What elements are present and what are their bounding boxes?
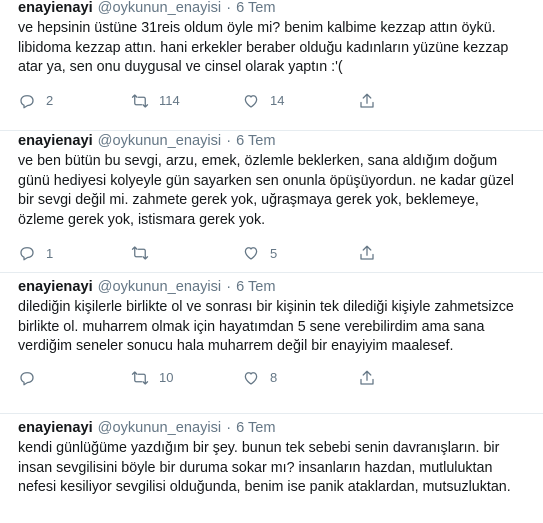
like-count: 8	[270, 370, 278, 385]
share-button[interactable]	[358, 369, 376, 387]
share-button[interactable]	[358, 244, 376, 262]
reply-icon	[20, 94, 34, 108]
display-name[interactable]: enayienayi	[18, 133, 93, 149]
tweet-actions: 1 5	[18, 242, 527, 264]
tweet[interactable]: enayienayi @oykunun_enayisi · 6 Tem ve h…	[0, 0, 543, 131]
tweet-timestamp[interactable]: 6 Tem	[236, 279, 275, 295]
username-handle[interactable]: @oykunun_enayisi	[98, 0, 222, 16]
like-button[interactable]: 5	[242, 244, 358, 262]
tweet-header: enayienayi @oykunun_enayisi · 6 Tem	[18, 0, 527, 16]
tweet-timestamp[interactable]: 6 Tem	[236, 0, 275, 16]
reply-count: 2	[46, 93, 54, 108]
username-handle[interactable]: @oykunun_enayisi	[98, 279, 222, 295]
retweet-icon	[131, 370, 149, 385]
reply-button[interactable]	[18, 369, 131, 387]
display-name[interactable]: enayienayi	[18, 279, 93, 295]
tweet-text: ve hepsinin üstüne 31reis oldum öyle mi?…	[18, 20, 509, 75]
share-icon	[360, 370, 374, 385]
tweet-timestamp[interactable]: 6 Tem	[236, 133, 275, 149]
reply-button[interactable]: 2	[18, 92, 131, 110]
like-button[interactable]: 8	[242, 369, 358, 387]
display-name[interactable]: enayienayi	[18, 420, 93, 436]
retweet-count: 114	[159, 93, 180, 108]
heart-icon	[244, 247, 258, 260]
username-handle[interactable]: @oykunun_enayisi	[98, 133, 222, 149]
heart-icon	[244, 94, 258, 108]
retweet-button[interactable]	[131, 244, 242, 262]
retweet-icon	[131, 246, 149, 260]
reply-icon	[20, 371, 34, 385]
tweet-header: enayienayi @oykunun_enayisi · 6 Tem	[18, 133, 527, 149]
timeline: enayienayi @oykunun_enayisi · 6 Tem ve h…	[0, 0, 543, 523]
tweet-text: ve ben bütün bu sevgi, arzu, emek, özlem…	[18, 153, 514, 228]
retweet-count: 10	[159, 370, 174, 385]
retweet-button[interactable]: 114	[131, 92, 242, 110]
separator-dot: ·	[226, 0, 232, 16]
tweet-actions: 2 114 14	[18, 90, 527, 112]
like-count: 14	[270, 93, 285, 108]
tweet-header: enayienayi @oykunun_enayisi · 6 Tem	[18, 420, 527, 436]
tweet-timestamp[interactable]: 6 Tem	[236, 420, 275, 436]
reply-count: 1	[46, 245, 54, 261]
reply-button[interactable]: 1	[18, 244, 131, 262]
tweet-text: kendi günlüğüme yazdığım bir şey. bunun …	[18, 440, 511, 495]
retweet-icon	[131, 93, 149, 108]
tweet[interactable]: enayienayi @oykunun_enayisi · 6 Tem ve b…	[0, 131, 543, 273]
separator-dot: ·	[226, 279, 232, 295]
reply-icon	[20, 247, 34, 261]
separator-dot: ·	[226, 133, 232, 149]
like-button[interactable]: 14	[242, 92, 358, 110]
tweet-header: enayienayi @oykunun_enayisi · 6 Tem	[18, 279, 527, 295]
separator-dot: ·	[226, 420, 232, 436]
tweet[interactable]: enayienayi @oykunun_enayisi · 6 Tem kend…	[0, 414, 543, 523]
heart-icon	[244, 371, 258, 385]
tweet-actions: 10 8	[18, 367, 527, 389]
share-icon	[360, 245, 374, 260]
display-name[interactable]: enayienayi	[18, 0, 93, 16]
share-button[interactable]	[358, 92, 376, 110]
tweet[interactable]: enayienayi @oykunun_enayisi · 6 Tem dile…	[0, 273, 543, 414]
username-handle[interactable]: @oykunun_enayisi	[98, 420, 222, 436]
like-count: 5	[270, 245, 278, 261]
retweet-button[interactable]: 10	[131, 369, 242, 387]
tweet-text: dilediğin kişilerle birlikte ol ve sonra…	[18, 299, 514, 354]
share-icon	[360, 93, 374, 108]
